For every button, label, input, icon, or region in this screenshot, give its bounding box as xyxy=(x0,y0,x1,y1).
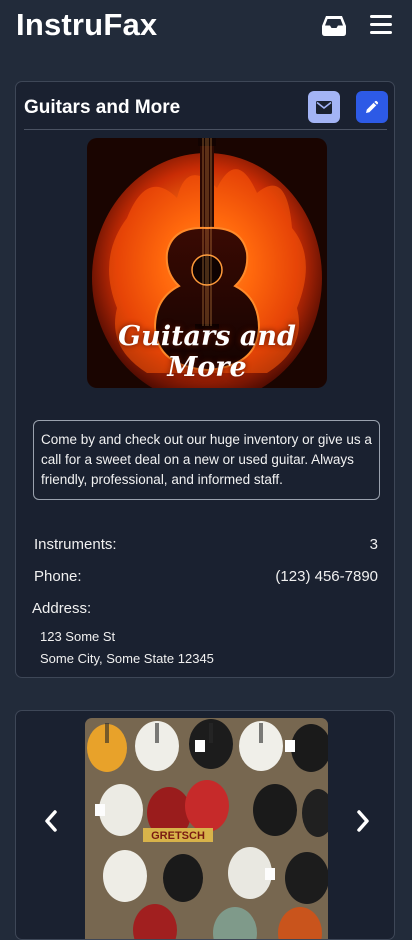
instruments-count: 3 xyxy=(369,536,378,553)
chevron-left-icon xyxy=(45,810,57,832)
carousel-sign-text: GRETSCH xyxy=(151,830,205,842)
carousel-image-guitar-wall: GRETSCH xyxy=(85,718,328,939)
phone-number[interactable]: (123) 456-7890 xyxy=(275,568,378,585)
message-store-button[interactable] xyxy=(308,91,340,123)
edit-store-button[interactable] xyxy=(356,91,388,123)
inbox-button[interactable] xyxy=(320,11,348,39)
store-card: Guitars and More Guitars and More Come b… xyxy=(15,81,395,678)
address-line-2: Some City, Some State 12345 xyxy=(40,651,214,666)
address-line-1: 123 Some St xyxy=(40,629,116,644)
carousel-next-button[interactable] xyxy=(350,806,376,836)
app-title[interactable]: InstruFax xyxy=(16,7,157,43)
phone-row: Phone: (123) 456-7890 xyxy=(34,568,378,585)
hamburger-menu-icon xyxy=(370,15,392,34)
app-header: InstruFax xyxy=(0,0,412,54)
store-logo-image: Guitars and More xyxy=(87,138,327,388)
instruments-label: Instruments: xyxy=(34,536,117,553)
pencil-icon xyxy=(366,100,379,113)
instruments-row: Instruments: 3 xyxy=(34,536,378,553)
store-description: Come by and check out our huge inventory… xyxy=(33,420,380,500)
header-divider xyxy=(24,129,387,130)
phone-label: Phone: xyxy=(34,568,82,585)
envelope-icon xyxy=(316,100,332,114)
address-label: Address: xyxy=(32,600,92,617)
instrument-carousel: GRETSCH xyxy=(15,710,395,940)
store-logo-text: Guitars and More xyxy=(118,321,296,383)
store-name: Guitars and More xyxy=(24,97,181,118)
chevron-right-icon xyxy=(357,810,369,832)
inbox-icon xyxy=(322,16,346,36)
menu-button[interactable] xyxy=(369,13,393,37)
carousel-prev-button[interactable] xyxy=(38,806,64,836)
